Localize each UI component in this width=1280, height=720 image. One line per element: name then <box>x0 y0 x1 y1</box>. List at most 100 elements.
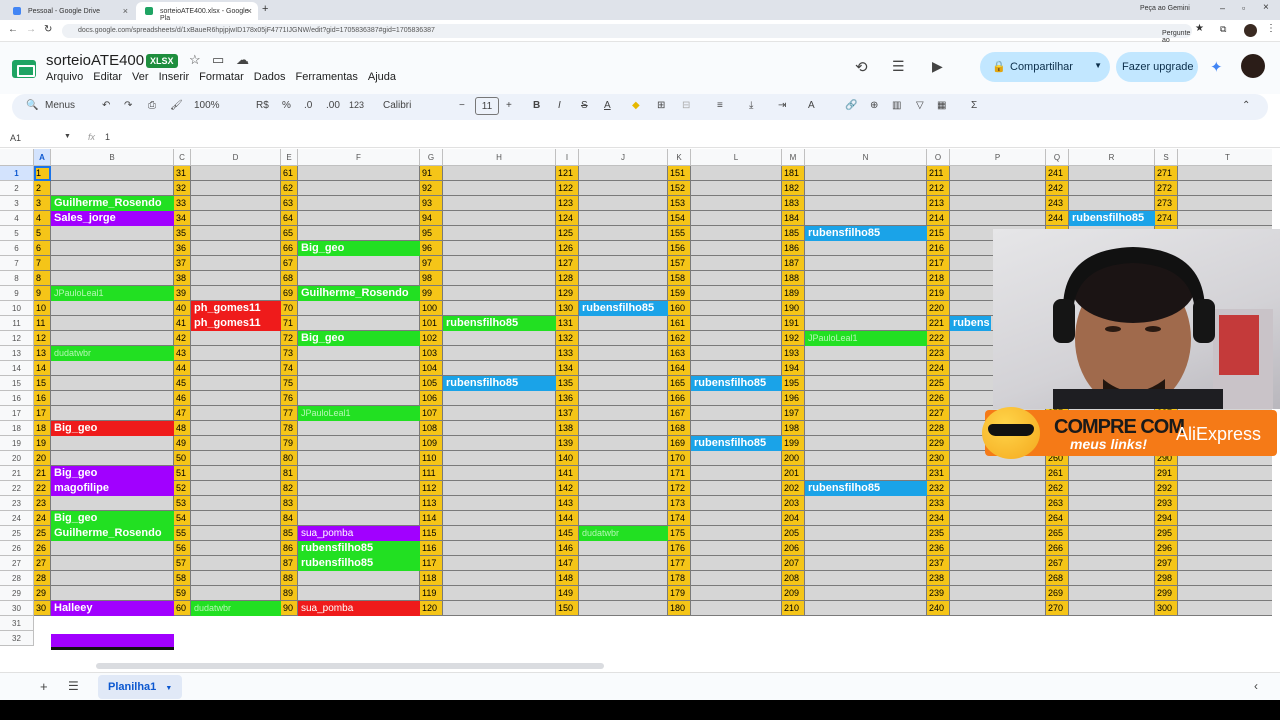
name-cell[interactable] <box>51 496 174 511</box>
star-icon[interactable]: ☆ <box>189 52 201 68</box>
number-cell[interactable]: 47 <box>174 406 191 421</box>
number-cell[interactable]: 215 <box>927 226 950 241</box>
name-cell[interactable] <box>805 466 927 481</box>
name-cell[interactable] <box>191 256 281 271</box>
name-cell[interactable] <box>191 451 281 466</box>
number-cell[interactable]: 85 <box>281 526 298 541</box>
number-cell[interactable]: 37 <box>174 256 191 271</box>
number-cell[interactable]: 292 <box>1155 481 1178 496</box>
name-entry[interactable]: rubensfilho85 <box>1069 211 1155 226</box>
number-cell[interactable]: 135 <box>556 376 579 391</box>
name-cell[interactable] <box>691 256 782 271</box>
insert-comment-icon[interactable]: ⊕ <box>870 100 878 111</box>
name-cell[interactable] <box>191 481 281 496</box>
number-cell[interactable]: 60 <box>174 601 191 616</box>
number-cell[interactable]: 35 <box>174 226 191 241</box>
number-cell[interactable]: 205 <box>782 526 805 541</box>
number-cell[interactable]: 237 <box>927 556 950 571</box>
number-cell[interactable]: 36 <box>174 241 191 256</box>
number-cell[interactable]: 137 <box>556 406 579 421</box>
name-cell[interactable] <box>51 256 174 271</box>
name-cell[interactable] <box>579 436 668 451</box>
name-cell[interactable] <box>443 301 556 316</box>
name-cell[interactable] <box>691 346 782 361</box>
column-header-r[interactable]: R <box>1069 149 1155 166</box>
column-header-k[interactable]: K <box>668 149 691 166</box>
name-cell[interactable] <box>805 451 927 466</box>
number-cell[interactable]: 118 <box>420 571 443 586</box>
percent-button[interactable]: % <box>282 100 291 111</box>
number-cell[interactable]: 168 <box>668 421 691 436</box>
number-cell[interactable]: 238 <box>927 571 950 586</box>
number-cell[interactable]: 207 <box>782 556 805 571</box>
currency-button[interactable]: R$ <box>256 100 269 111</box>
number-cell[interactable]: 122 <box>556 181 579 196</box>
insert-link-icon[interactable]: 🔗 <box>845 100 857 111</box>
name-cell[interactable] <box>691 586 782 601</box>
number-cell[interactable]: 161 <box>668 316 691 331</box>
name-cell[interactable] <box>443 496 556 511</box>
name-cell[interactable] <box>191 436 281 451</box>
row-header[interactable]: 9 <box>0 286 34 301</box>
name-cell[interactable] <box>579 556 668 571</box>
name-cell[interactable] <box>191 181 281 196</box>
row-header[interactable]: 24 <box>0 511 34 526</box>
number-cell[interactable]: 57 <box>174 556 191 571</box>
name-cell[interactable] <box>191 556 281 571</box>
name-cell[interactable] <box>443 361 556 376</box>
search-menus-icon[interactable]: 🔍 <box>26 100 38 111</box>
name-cell[interactable] <box>691 271 782 286</box>
number-cell[interactable]: 187 <box>782 256 805 271</box>
name-cell[interactable] <box>298 511 420 526</box>
number-cell[interactable]: 186 <box>782 241 805 256</box>
name-cell[interactable] <box>691 601 782 616</box>
name-cell[interactable] <box>579 346 668 361</box>
number-cell[interactable]: 193 <box>782 346 805 361</box>
number-cell[interactable]: 190 <box>782 301 805 316</box>
number-cell[interactable]: 95 <box>420 226 443 241</box>
number-cell[interactable]: 23 <box>34 496 51 511</box>
name-cell[interactable] <box>950 181 1046 196</box>
number-cell[interactable]: 16 <box>34 391 51 406</box>
number-cell[interactable]: 32 <box>174 181 191 196</box>
name-cell[interactable] <box>579 481 668 496</box>
all-sheets-icon[interactable]: ☰ <box>68 679 79 693</box>
name-cell[interactable] <box>1178 481 1272 496</box>
row-header[interactable]: 19 <box>0 436 34 451</box>
number-cell[interactable]: 145 <box>556 526 579 541</box>
number-cell[interactable]: 121 <box>556 166 579 181</box>
number-cell[interactable]: 15 <box>34 376 51 391</box>
row-header[interactable]: 29 <box>0 586 34 601</box>
name-entry[interactable]: ph_gomes11 <box>191 301 281 316</box>
name-cell[interactable] <box>579 541 668 556</box>
menu-ajuda[interactable]: Ajuda <box>368 71 396 83</box>
number-cell[interactable]: 34 <box>174 211 191 226</box>
number-cell[interactable]: 119 <box>420 586 443 601</box>
number-cell[interactable]: 148 <box>556 571 579 586</box>
number-cell[interactable]: 134 <box>556 361 579 376</box>
borders-icon[interactable]: ⊞ <box>657 100 665 111</box>
insert-chart-icon[interactable]: ▥ <box>892 100 901 111</box>
name-cell[interactable] <box>691 571 782 586</box>
number-cell[interactable]: 242 <box>1046 181 1069 196</box>
name-cell[interactable] <box>298 571 420 586</box>
number-cell[interactable]: 265 <box>1046 526 1069 541</box>
number-cell[interactable]: 267 <box>1046 556 1069 571</box>
back-icon[interactable]: ← <box>8 24 18 35</box>
menu-dados[interactable]: Dados <box>254 71 286 83</box>
row-header[interactable]: 1 <box>0 166 34 181</box>
select-all-corner[interactable] <box>0 149 34 166</box>
number-cell[interactable]: 101 <box>420 316 443 331</box>
name-cell[interactable] <box>191 586 281 601</box>
name-cell[interactable] <box>691 556 782 571</box>
number-cell[interactable]: 202 <box>782 481 805 496</box>
name-cell[interactable] <box>1178 526 1272 541</box>
column-header-d[interactable]: D <box>191 149 281 166</box>
number-cell[interactable]: 99 <box>420 286 443 301</box>
name-cell[interactable] <box>950 571 1046 586</box>
history-icon[interactable]: ⟲ <box>855 58 868 76</box>
number-cell[interactable]: 100 <box>420 301 443 316</box>
number-cell[interactable]: 229 <box>927 436 950 451</box>
name-cell[interactable] <box>579 376 668 391</box>
collapse-toolbar-icon[interactable]: ⌃ <box>1242 100 1250 111</box>
